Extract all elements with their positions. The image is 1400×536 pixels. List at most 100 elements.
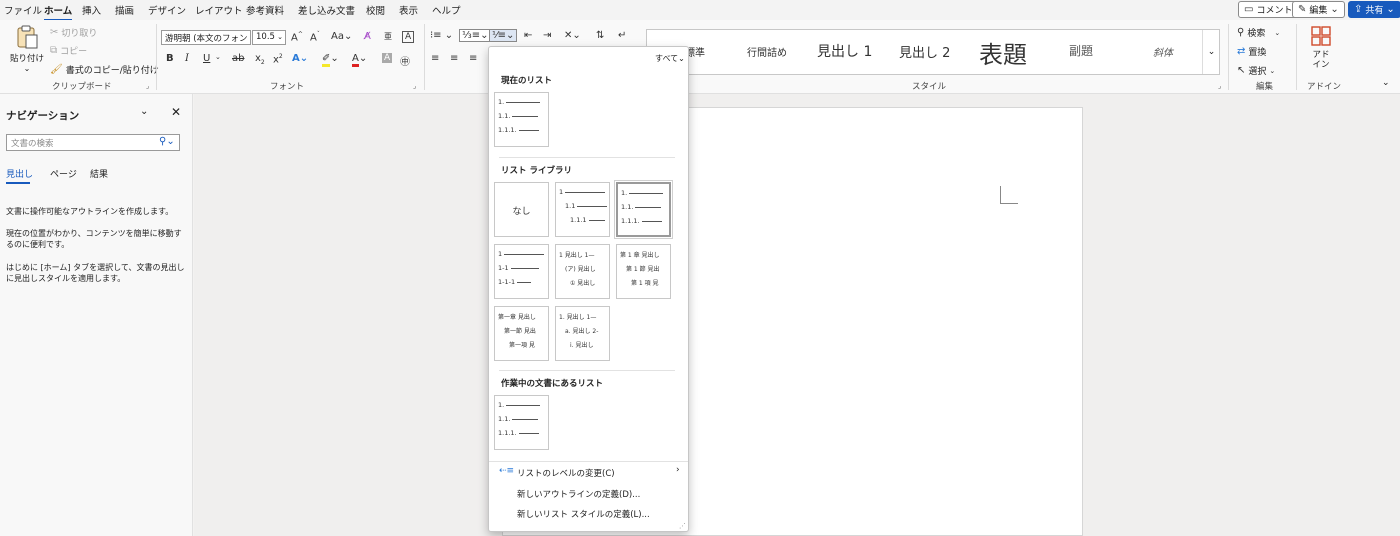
strikethrough-icon[interactable]: ab — [232, 53, 244, 64]
list-tile-plain[interactable]: 1 1.1 1.1.1 — [555, 182, 610, 237]
cut-button[interactable]: ✂ 切り取り — [50, 26, 97, 39]
style-title[interactable]: 表題 — [979, 35, 1027, 70]
list-tile-current[interactable]: 1. 1.1. 1.1.1. — [494, 92, 549, 147]
italic-icon[interactable]: I — [185, 53, 189, 64]
addins-group-label: アドイン — [1307, 82, 1342, 92]
addins-button[interactable]: アド イン — [1304, 25, 1338, 70]
replace-button[interactable]: ⇄ 置換 — [1237, 45, 1266, 58]
chevron-down-icon[interactable]: ⌄ — [215, 53, 221, 61]
chevron-down-icon[interactable]: ⌄ — [140, 106, 148, 117]
subscript-icon[interactable]: x2 — [255, 53, 265, 66]
gallery-more-icon[interactable]: ⌄ — [1202, 30, 1219, 74]
tab-home[interactable]: ホーム — [44, 3, 73, 21]
cut-label: 切り取り — [61, 29, 98, 39]
replace-icon: ⇄ — [1237, 45, 1246, 57]
dialog-launcher-icon[interactable]: ⌟ — [146, 82, 149, 90]
change-case-icon[interactable]: Aa⌄ — [331, 31, 352, 42]
find-button[interactable]: ⚲ 検索 ⌄ — [1237, 26, 1280, 39]
increase-indent-icon[interactable]: ⇥ — [543, 30, 551, 41]
change-list-level-item[interactable]: リストのレベルの変更(C) — [517, 467, 615, 479]
share-button[interactable]: ⇪ 共有 ⌄ — [1348, 1, 1400, 18]
sort-icon[interactable]: ⇅ — [596, 30, 604, 41]
list-tile-none[interactable]: なし — [494, 182, 549, 237]
list-tile-numbered-selected[interactable]: 1. 1.1. 1.1.1. — [614, 180, 673, 239]
char-border-icon[interactable]: A — [402, 31, 415, 43]
clear-format-icon[interactable]: A̸ — [364, 31, 371, 42]
define-list-style-item[interactable]: 新しいリスト スタイルの定義(L)... — [517, 508, 650, 520]
tab-draw[interactable]: 描画 — [115, 3, 134, 17]
font-size-value: 10.5 — [256, 32, 275, 42]
font-color-icon[interactable]: A⌄ — [352, 53, 367, 67]
chevron-down-icon: ⌄ — [1269, 66, 1276, 75]
nav-tab-results[interactable]: 結果 — [90, 167, 108, 180]
nav-tab-pages[interactable]: ページ — [50, 167, 77, 180]
style-no-spacing[interactable]: 行間詰め — [747, 44, 787, 59]
list-tile-kanji[interactable]: 第一章 見出し 第一節 見出 第一項 見 — [494, 306, 549, 361]
style-subtitle[interactable]: 副題 — [1069, 42, 1093, 59]
shrink-font-icon[interactable]: Aˇ — [310, 31, 320, 43]
superscript-icon[interactable]: x2 — [273, 53, 283, 65]
dialog-launcher-icon[interactable]: ⌟ — [413, 82, 416, 90]
search-icon[interactable]: ⚲⌄ — [159, 136, 175, 147]
filter-dropdown[interactable]: すべて⌄ — [655, 53, 685, 64]
list-tile-alpha[interactable]: 1. 見出し 1— a. 見出し 2- i. 見出し — [555, 306, 610, 361]
margin-marker — [1000, 186, 1018, 204]
align-center-icon[interactable]: ≡ — [450, 53, 458, 64]
bold-icon[interactable]: B — [166, 53, 174, 64]
collapse-ribbon-icon[interactable]: ⌄ — [1382, 78, 1390, 88]
font-size-box[interactable]: 10.5 ⌄ — [252, 30, 286, 45]
define-outline-item[interactable]: 新しいアウトラインの定義(D)... — [517, 488, 640, 500]
tab-review[interactable]: 校閲 — [366, 3, 385, 17]
numbering-icon[interactable]: ⅓≡⌄ — [459, 29, 492, 42]
select-button[interactable]: ↖ 選択 ⌄ — [1237, 64, 1275, 77]
addins-icon — [1311, 26, 1331, 46]
char-shading-icon[interactable]: A — [382, 53, 393, 63]
text-effects-icon[interactable]: A⌄ — [292, 53, 308, 64]
bullets-icon[interactable]: ⁝≡ ⌄ — [430, 30, 453, 41]
tab-view[interactable]: 表示 — [399, 3, 418, 17]
list-tile-dash[interactable]: 1 1-1 1-1-1 — [494, 244, 549, 299]
copy-button[interactable]: ⧉ コピー — [50, 44, 87, 57]
show-marks-icon[interactable]: ↵ — [618, 30, 626, 41]
tab-design[interactable]: デザイン — [148, 3, 186, 17]
paste-label: 貼り付け — [10, 54, 45, 64]
tab-references[interactable]: 参考資料 — [246, 3, 284, 17]
tab-mailings[interactable]: 差し込み文書 — [298, 3, 355, 17]
edit-mode-button[interactable]: ✎ 編集 ⌄ — [1292, 1, 1345, 18]
align-right-icon[interactable]: ≡ — [469, 53, 477, 64]
asian-layout-icon[interactable]: ✕⌄ — [564, 30, 581, 41]
font-group-label: フォント — [270, 82, 305, 92]
tab-file[interactable]: ファイル — [4, 3, 42, 17]
font-name-value: 游明朝 (本文のフォン — [165, 34, 248, 44]
list-tile-document[interactable]: 1. 1.1. 1.1.1. — [494, 395, 549, 450]
enclose-char-icon[interactable]: ㊥ — [400, 53, 410, 68]
multilevel-list-icon[interactable]: ⅟≡⌄ — [489, 29, 518, 42]
decrease-indent-icon[interactable]: ⇤ — [524, 30, 532, 41]
highlight-icon[interactable]: ✐⌄ — [322, 53, 339, 67]
phonetic-guide-icon[interactable]: 亜 — [384, 31, 392, 42]
multilevel-list-dropdown: すべて⌄ 現在のリスト 1. 1.1. 1.1.1. リスト ライブラリ なし … — [488, 46, 689, 532]
tab-layout[interactable]: レイアウト — [195, 3, 243, 17]
chevron-down-icon: ⌄ — [1330, 3, 1339, 15]
filter-label: すべて — [655, 54, 679, 63]
paste-button[interactable]: 貼り付け ⌄ — [10, 24, 45, 73]
list-tile-chapter[interactable]: 第 1 章 見出し 第 1 節 見出 第 1 項 見 — [616, 244, 671, 299]
replace-label: 置換 — [1248, 48, 1267, 58]
grow-font-icon[interactable]: A^ — [291, 31, 303, 43]
style-heading-1[interactable]: 見出し 1 — [817, 41, 872, 61]
comment-button[interactable]: ▭ コメント — [1238, 1, 1299, 18]
list-tile-heading[interactable]: 1 見出し 1— (ア) 見出し ① 見出し — [555, 244, 610, 299]
nav-search-input[interactable]: 文書の検索 ⚲⌄ — [6, 134, 180, 151]
align-left-icon[interactable]: ≡ — [431, 53, 439, 64]
format-painter-button[interactable]: 🖌 書式のコピー/貼り付け — [50, 63, 159, 76]
font-name-box[interactable]: 游明朝 (本文のフォン — [161, 30, 251, 45]
style-heading-2[interactable]: 見出し 2 — [899, 42, 950, 61]
underline-icon[interactable]: U — [203, 53, 210, 64]
tab-help[interactable]: ヘルプ — [432, 3, 461, 17]
close-icon[interactable]: ✕ — [171, 105, 181, 119]
tab-insert[interactable]: 挿入 — [82, 3, 101, 17]
nav-tab-headings[interactable]: 見出し — [6, 167, 33, 180]
style-emphasis[interactable]: 斜体 — [1153, 44, 1173, 59]
resize-grip-icon[interactable]: ⋰ — [679, 522, 686, 530]
dialog-launcher-icon[interactable]: ⌟ — [1218, 82, 1221, 90]
